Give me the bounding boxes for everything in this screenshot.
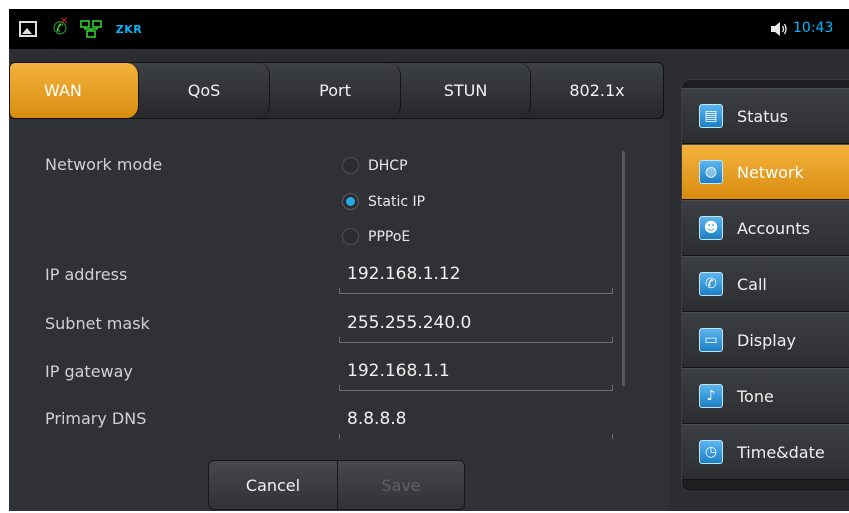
clock-icon: ◷ <box>699 440 723 464</box>
menu-item-status[interactable]: ▤ Status <box>682 88 849 144</box>
menu-item-label: Display <box>737 330 796 350</box>
gallery-icon <box>18 19 38 39</box>
subnet-mask-field[interactable]: 255.255.240.0 <box>339 305 613 343</box>
network-mode-label: Network mode <box>45 155 163 174</box>
call-icon: ✆ <box>699 272 723 296</box>
missed-call-icon: ✆ ✕ <box>52 16 69 39</box>
menu-item-time-date[interactable]: ◷ Time&date <box>682 424 849 480</box>
tab-stun[interactable]: STUN <box>401 63 531 118</box>
tone-icon: ♪ <box>699 384 723 408</box>
radio-dhcp-label: DHCP <box>368 157 408 174</box>
tab-wan[interactable]: WAN <box>10 63 139 118</box>
menu-item-label: Status <box>737 106 788 126</box>
speaker-icon <box>769 19 789 39</box>
ip-address-label: IP address <box>45 265 128 284</box>
tab-port[interactable]: Port <box>270 63 401 118</box>
radio-static-ip-circle[interactable] <box>342 193 359 210</box>
phone-screen: ✆ ✕ ZKR 10:43 WAN QoS Port STUN 802.1x Ne… <box>9 9 849 511</box>
status-icon: ▤ <box>699 104 723 128</box>
tab-bar: WAN QoS Port STUN 802.1x <box>9 62 664 119</box>
network-globe-icon: ◍ <box>699 160 723 184</box>
display-icon: ▭ <box>699 328 723 352</box>
menu-item-accounts[interactable]: ☻ Accounts <box>682 200 849 256</box>
menu-item-label: Time&date <box>737 442 825 462</box>
clock-time: 10:43 <box>793 20 834 36</box>
cancel-button[interactable]: Cancel <box>208 460 338 510</box>
radio-dhcp[interactable]: DHCP <box>342 157 408 174</box>
menu-item-display[interactable]: ▭ Display <box>682 312 849 368</box>
tab-qos[interactable]: QoS <box>139 63 270 118</box>
ip-address-field[interactable]: 192.168.1.12 <box>339 256 613 294</box>
radio-pppoe[interactable]: PPPoE <box>342 228 410 245</box>
menu-item-tone[interactable]: ♪ Tone <box>682 368 849 424</box>
radio-static-ip-label: Static IP <box>368 193 426 210</box>
radio-pppoe-circle[interactable] <box>342 228 359 245</box>
primary-dns-field[interactable]: 8.8.8.8 <box>339 401 613 439</box>
menu-item-label: Accounts <box>737 218 810 238</box>
radio-dhcp-circle[interactable] <box>342 157 359 174</box>
menu-item-label: Call <box>737 274 767 294</box>
menu-item-label: Network <box>737 162 804 182</box>
tab-8021x[interactable]: 802.1x <box>531 63 663 118</box>
radio-static-ip[interactable]: Static IP <box>342 193 425 210</box>
brand-logo: ZKR <box>115 22 143 36</box>
primary-dns-label: Primary DNS <box>45 409 147 428</box>
form-scrollbar[interactable] <box>622 151 625 386</box>
accounts-icon: ☻ <box>699 216 723 240</box>
ip-gateway-label: IP gateway <box>45 362 133 381</box>
menu-item-network[interactable]: ◍ Network <box>682 144 849 200</box>
radio-pppoe-label: PPPoE <box>368 228 411 245</box>
menu-item-label: Tone <box>737 386 774 406</box>
status-bar: ✆ ✕ ZKR 10:43 <box>9 9 849 49</box>
network-icon <box>79 19 103 39</box>
wan-settings-panel: Network mode DHCP Static IP PPPoE IP add… <box>9 119 669 511</box>
subnet-mask-label: Subnet mask <box>45 314 150 333</box>
menu-item-call[interactable]: ✆ Call <box>682 256 849 312</box>
settings-menu: ▤ Status ◍ Network ☻ Accounts ✆ Call ▭ D… <box>681 79 849 492</box>
save-button[interactable]: Save <box>337 460 465 510</box>
ip-gateway-field[interactable]: 192.168.1.1 <box>339 353 613 391</box>
